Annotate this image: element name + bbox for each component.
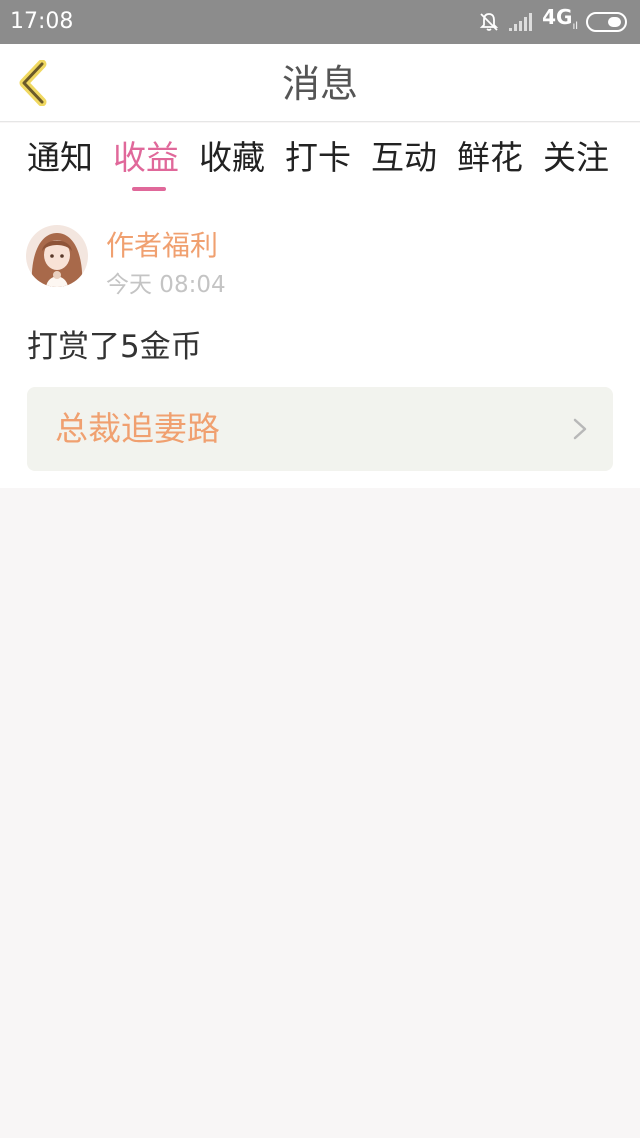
notification-item: 作者福利 今天 08:04 打赏了5金币 总裁追妻路 (0, 203, 640, 488)
tab-earnings[interactable]: 收益 (113, 137, 179, 179)
message-text: 打赏了5金币 (27, 329, 202, 365)
header-bar: 消息 (0, 44, 640, 122)
page-title: 消息 (281, 62, 358, 106)
book-link[interactable]: 总裁追妻路 (27, 387, 613, 471)
status-bar: 17:08 4Gıl (0, 0, 640, 44)
sender-name: 作者福利 (106, 229, 219, 262)
tab-checkin[interactable]: 打卡 (285, 137, 351, 179)
tab-notify[interactable]: 通知 (27, 137, 93, 179)
status-time: 17:08 (10, 9, 74, 34)
timestamp: 今天 08:04 (106, 272, 226, 298)
battery-icon (586, 12, 627, 32)
signal-icon (509, 13, 533, 31)
bell-off-icon (479, 13, 499, 31)
network-type: 4Gıl (542, 5, 578, 32)
chevron-right-icon (573, 418, 587, 440)
tab-favorites[interactable]: 收藏 (199, 137, 265, 179)
tab-flowers[interactable]: 鲜花 (457, 137, 523, 179)
avatar[interactable] (26, 225, 88, 287)
tab-bar: 通知 收益 收藏 打卡 互动 鲜花 关注 (0, 123, 640, 203)
active-tab-indicator (132, 187, 166, 191)
book-title: 总裁追妻路 (55, 409, 220, 448)
status-icons: 4Gıl (478, 5, 628, 36)
tab-interaction[interactable]: 互动 (371, 137, 437, 179)
empty-area (0, 488, 640, 1138)
tab-follow[interactable]: 关注 (543, 137, 609, 179)
